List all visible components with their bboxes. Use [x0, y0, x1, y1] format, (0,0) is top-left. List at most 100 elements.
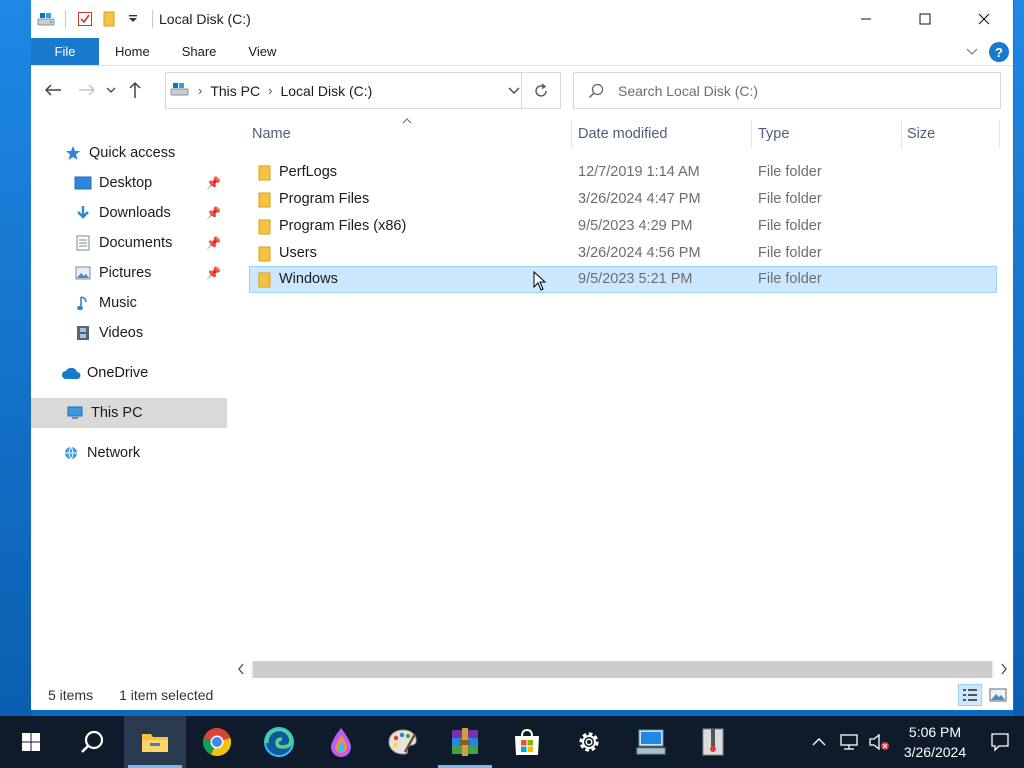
nav-item-desktop[interactable]: Desktop 📌	[31, 168, 227, 198]
maximize-icon	[919, 13, 930, 25]
pin-icon[interactable]: 📌	[206, 176, 221, 190]
nav-item-documents[interactable]: Documents 📌	[31, 228, 227, 258]
table-row[interactable]: Program Files (x86) 9/5/2023 4:29 PM Fil…	[249, 213, 997, 240]
taskbar: 5:06 PM 3/26/2024	[0, 716, 1024, 768]
customize-dropdown-icon[interactable]	[124, 10, 142, 28]
taskbar-chrome[interactable]	[186, 716, 248, 768]
network-monitor-icon	[840, 734, 858, 750]
breadcrumb-local-disk[interactable]: Local Disk (C:)	[280, 83, 372, 99]
up-button[interactable]	[121, 70, 149, 110]
table-row[interactable]: Users 3/26/2024 4:56 PM File folder	[249, 240, 997, 267]
nav-item-videos[interactable]: Videos	[31, 318, 227, 348]
scrollbar-track[interactable]	[251, 660, 994, 678]
table-row[interactable]: Program Files 3/26/2024 4:47 PM File fol…	[249, 186, 997, 213]
remote-desktop-icon	[636, 729, 666, 755]
nav-item-this-pc[interactable]: This PC	[31, 398, 227, 428]
pin-icon[interactable]: 📌	[206, 236, 221, 250]
address-bar[interactable]: › This PC › Local Disk (C:)	[165, 72, 561, 109]
column-divider[interactable]	[999, 120, 1000, 148]
scrollbar-thumb[interactable]	[253, 660, 992, 678]
table-row-selected[interactable]: Windows 9/5/2023 5:21 PM File folder	[249, 266, 997, 293]
column-header-size[interactable]: Size	[904, 114, 998, 154]
scroll-left-button[interactable]	[231, 657, 251, 681]
speaker-muted-icon	[869, 733, 889, 751]
taskbar-paint[interactable]	[372, 716, 434, 768]
nav-item-label: Videos	[99, 325, 144, 341]
details-view-button[interactable]	[958, 684, 982, 706]
taskbar-paint-3d[interactable]	[310, 716, 372, 768]
search-icon	[589, 83, 604, 98]
up-arrow-icon	[129, 81, 141, 98]
cloud-icon	[61, 363, 81, 383]
start-button[interactable]	[0, 716, 62, 768]
pin-icon[interactable]: 📌	[206, 266, 221, 280]
taskbar-winrar[interactable]	[434, 716, 496, 768]
ribbon-right-controls: ?	[965, 38, 1009, 66]
back-button[interactable]	[39, 70, 67, 110]
horizontal-scrollbar[interactable]	[231, 657, 1013, 681]
tab-share[interactable]: Share	[166, 38, 233, 65]
drive-icon[interactable]	[37, 10, 55, 28]
column-header-type[interactable]: Type	[755, 114, 901, 154]
taskbar-archive-tool[interactable]	[682, 716, 744, 768]
breadcrumb-chevron-icon[interactable]: ›	[198, 83, 202, 98]
toolbar-separator	[152, 10, 153, 28]
folder-icon	[258, 219, 272, 239]
minimize-button[interactable]	[836, 0, 895, 38]
taskbar-clock[interactable]: 5:06 PM 3/26/2024	[894, 722, 976, 762]
back-arrow-icon	[44, 84, 61, 96]
status-bar: 5 items 1 item selected	[31, 682, 1013, 708]
file-type: File folder	[758, 245, 822, 261]
pin-icon[interactable]: 📌	[206, 206, 221, 220]
settings-gear-icon	[579, 732, 599, 752]
file-type: File folder	[758, 164, 822, 180]
volume-button[interactable]	[864, 716, 894, 768]
minimize-icon	[860, 18, 871, 20]
taskbar-search-button[interactable]	[62, 716, 124, 768]
nav-item-quick-access[interactable]: Quick access	[31, 138, 227, 168]
refresh-button[interactable]	[521, 72, 561, 109]
scroll-right-button[interactable]	[994, 657, 1013, 681]
properties-check-icon[interactable]	[76, 10, 94, 28]
taskbar-edge[interactable]	[248, 716, 310, 768]
network-status-button[interactable]	[834, 716, 864, 768]
expand-ribbon-chevron-icon[interactable]	[965, 44, 979, 60]
nav-item-music[interactable]: Music	[31, 288, 227, 318]
desktop-icon	[73, 173, 93, 193]
taskbar-remote-desktop[interactable]	[620, 716, 682, 768]
search-input[interactable]: Search Local Disk (C:)	[573, 72, 1001, 109]
title-bar[interactable]: Local Disk (C:)	[31, 0, 1013, 38]
new-folder-icon[interactable]	[100, 10, 118, 28]
forward-button[interactable]	[73, 70, 101, 110]
show-hidden-icons-button[interactable]	[804, 716, 834, 768]
help-icon[interactable]: ?	[989, 42, 1009, 62]
tab-file[interactable]: File	[31, 38, 99, 65]
nav-item-onedrive[interactable]: OneDrive	[31, 358, 227, 388]
breadcrumb-this-pc[interactable]: This PC	[210, 83, 260, 99]
breadcrumb-chevron-icon[interactable]: ›	[268, 83, 272, 98]
item-count: 5 items	[48, 687, 94, 703]
nav-item-pictures[interactable]: Pictures 📌	[31, 258, 227, 288]
column-divider[interactable]	[901, 120, 902, 148]
nav-item-network[interactable]: Network	[31, 438, 227, 468]
taskbar-file-explorer[interactable]	[124, 716, 186, 768]
recent-locations-button[interactable]	[101, 70, 121, 110]
folder-icon	[258, 246, 272, 266]
column-header-name[interactable]: Name	[249, 114, 571, 154]
action-center-button[interactable]	[976, 716, 1024, 768]
nav-item-label: Documents	[99, 235, 173, 251]
taskbar-microsoft-store[interactable]	[496, 716, 558, 768]
table-row[interactable]: PerfLogs 12/7/2019 1:14 AM File folder	[249, 159, 997, 186]
taskbar-settings[interactable]	[558, 716, 620, 768]
picture-icon	[73, 263, 93, 283]
column-divider[interactable]	[751, 120, 752, 148]
column-header-date-modified[interactable]: Date modified	[575, 114, 751, 154]
tab-home[interactable]: Home	[99, 38, 166, 65]
large-icons-view-button[interactable]	[986, 684, 1010, 706]
close-button[interactable]	[954, 0, 1013, 38]
file-name: PerfLogs	[279, 164, 338, 180]
maximize-button[interactable]	[895, 0, 954, 38]
column-divider[interactable]	[571, 120, 572, 148]
nav-item-downloads[interactable]: Downloads 📌	[31, 198, 227, 228]
tab-view[interactable]: View	[232, 38, 292, 65]
